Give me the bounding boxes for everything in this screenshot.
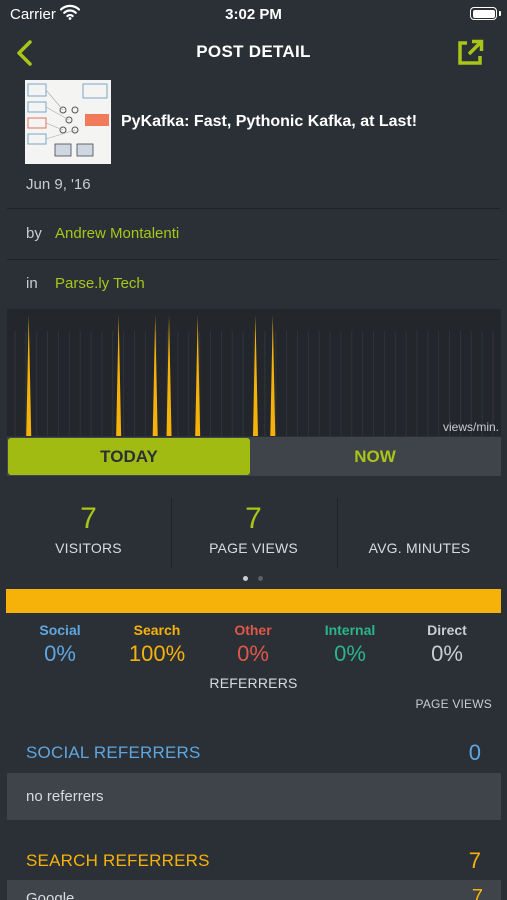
search-referrers-list: Google 7 (7, 880, 501, 900)
section-link[interactable]: Parse.ly Tech (55, 275, 145, 292)
social-referrers-heading: SOCIAL REFERRERS (26, 743, 201, 762)
stat-value (337, 500, 502, 538)
referrer-percent: 0% (431, 641, 463, 666)
stat-label: AVG. MINUTES (368, 540, 471, 556)
stat-visitors: 7 VISITORS (6, 500, 171, 556)
chart-bar (116, 315, 122, 436)
battery-tip (499, 11, 501, 16)
referrer-name: Direct (427, 622, 467, 638)
stat-value: 7 (80, 502, 97, 535)
page-dot[interactable] (258, 576, 263, 581)
time-range-toggle: TODAY NOW (7, 437, 501, 476)
author-prefix: by (26, 225, 42, 242)
stat-label: VISITORS (55, 540, 122, 556)
empty-state-text: no referrers (26, 788, 104, 805)
post-date: Jun 9, '16 (26, 176, 91, 193)
divider (7, 208, 500, 209)
list-item[interactable]: Google (26, 890, 74, 900)
referrer-name: Other (234, 622, 272, 638)
social-referrers-list: no referrers (7, 773, 501, 820)
chart-bar (270, 315, 276, 436)
search-referrers-heading: SEARCH REFERRERS (26, 851, 210, 870)
referrer-internal[interactable]: Internal 0% (300, 622, 400, 667)
tab-now[interactable]: NOW (250, 438, 500, 475)
page-views-column-label: PAGE VIEWS (415, 697, 492, 711)
battery-icon (470, 7, 497, 20)
section-prefix: in (26, 275, 38, 292)
referrer-name: Internal (324, 622, 376, 638)
post-title: PyKafka: Fast, Pythonic Kafka, at Last! (121, 113, 418, 130)
referrers-label: REFERRERS (209, 675, 298, 691)
referrer-other[interactable]: Other 0% (203, 622, 303, 667)
referrer-percent: 0% (44, 641, 76, 666)
referrer-name: Search (133, 622, 181, 638)
list-item-count: 7 (471, 886, 483, 900)
views-chart: views/min. (7, 309, 501, 436)
post-thumbnail (25, 80, 111, 164)
chart-bar (26, 315, 32, 436)
external-link-icon[interactable] (455, 38, 485, 68)
referrer-social[interactable]: Social 0% (10, 622, 110, 667)
page-title: POST DETAIL (196, 42, 311, 61)
referrer-direct[interactable]: Direct 0% (397, 622, 497, 667)
referrer-percent: 100% (128, 641, 186, 666)
divider (7, 259, 500, 260)
referrer-search[interactable]: Search 100% (107, 622, 207, 667)
referrer-name: Social (39, 622, 81, 638)
chart-unit-label: views/min. (442, 420, 499, 434)
chart-bar (152, 315, 158, 436)
page-dot-active[interactable] (243, 576, 248, 581)
status-time: 3:02 PM (225, 6, 282, 23)
stat-page-views: 7 PAGE VIEWS (171, 500, 336, 556)
status-bar: Carrier 3:02 PM (0, 0, 507, 28)
search-referrers-count: 7 (468, 848, 481, 873)
stat-label: PAGE VIEWS (209, 540, 298, 556)
tab-today[interactable]: TODAY (8, 438, 250, 475)
stat-value: 7 (245, 502, 262, 535)
author-link[interactable]: Andrew Montalenti (55, 225, 179, 242)
referrer-percent: 0% (237, 641, 269, 666)
stat-avg-minutes: AVG. MINUTES (337, 500, 502, 556)
referrer-share-bar (6, 589, 501, 613)
social-referrers-count: 0 (468, 740, 481, 765)
views-chart-plot (14, 315, 494, 436)
referrer-percent: 0% (334, 641, 366, 666)
